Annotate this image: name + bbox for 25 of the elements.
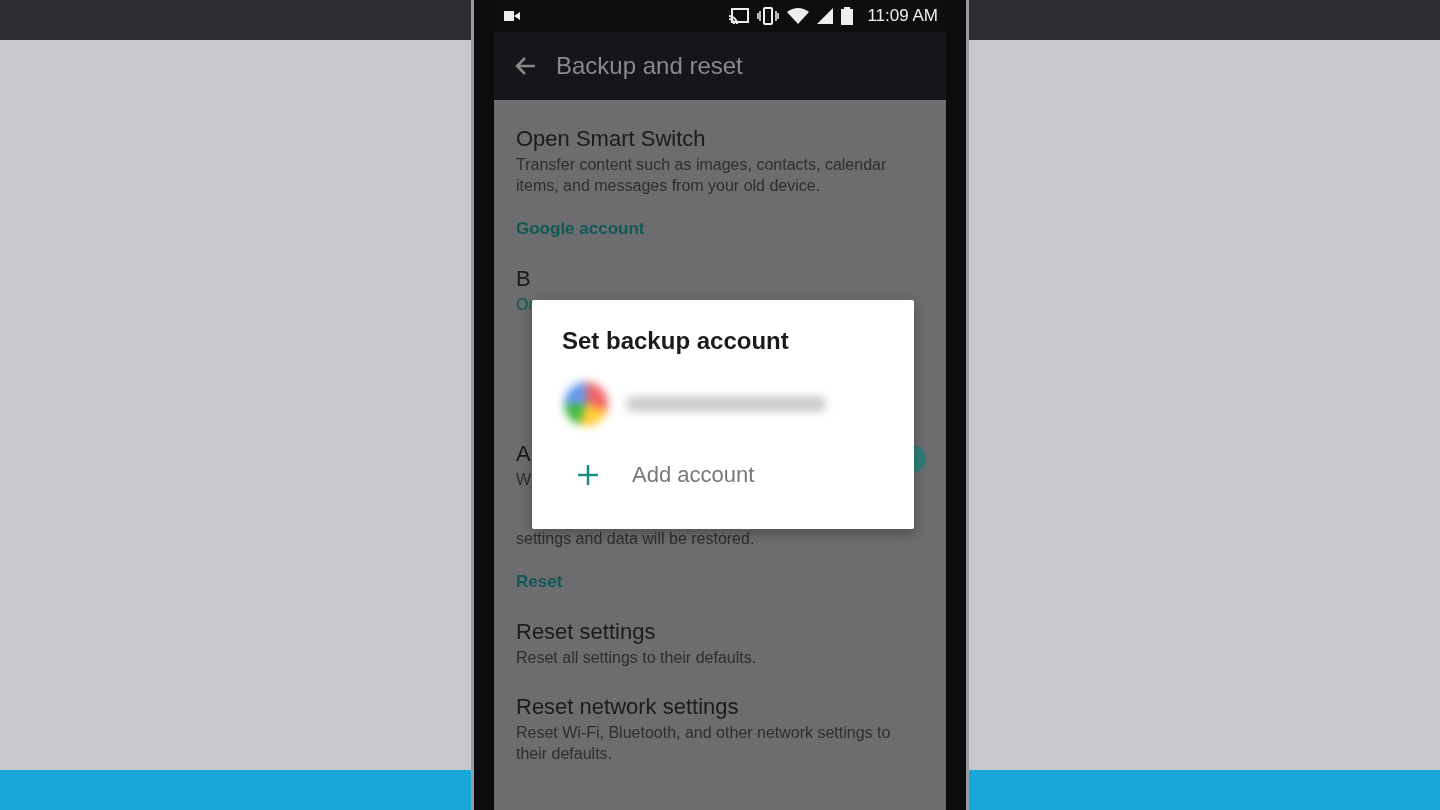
wifi-icon xyxy=(787,8,810,24)
setting-title[interactable]: Reset settings xyxy=(516,617,656,647)
setting-title[interactable]: B xyxy=(516,264,531,294)
plus-icon xyxy=(578,465,598,485)
setting-description: W xyxy=(516,470,532,490)
blurred-logo-icon xyxy=(564,382,608,426)
signal-icon xyxy=(817,8,834,24)
setting-title[interactable]: Open Smart Switch xyxy=(516,124,706,154)
back-arrow-icon[interactable] xyxy=(514,56,536,76)
setting-description: settings and data will be restored. xyxy=(516,529,755,549)
battery-icon xyxy=(841,7,854,25)
setting-description: Transfer content such as images, contacts, calendar items, and messages from your old device. xyxy=(516,155,888,196)
setting-title[interactable]: A xyxy=(516,439,531,469)
cast-icon xyxy=(729,8,750,24)
video-camera-icon xyxy=(504,10,520,22)
setting-description: Reset Wi-Fi, Bluetooth, and other network settings to their defaults. xyxy=(516,723,892,764)
setting-title[interactable]: Reset network settings xyxy=(516,692,739,722)
status-time: 11:09 AM xyxy=(867,6,938,26)
dialog-title: Set backup account xyxy=(562,326,790,356)
screen-title: Backup and reset xyxy=(556,52,743,80)
vibrate-icon xyxy=(757,7,780,25)
add-account-option[interactable]: Add account xyxy=(562,446,884,488)
section-header: Reset xyxy=(516,571,564,593)
section-header: Google account xyxy=(516,218,646,240)
setting-description: Reset all settings to their defaults. xyxy=(516,648,757,668)
